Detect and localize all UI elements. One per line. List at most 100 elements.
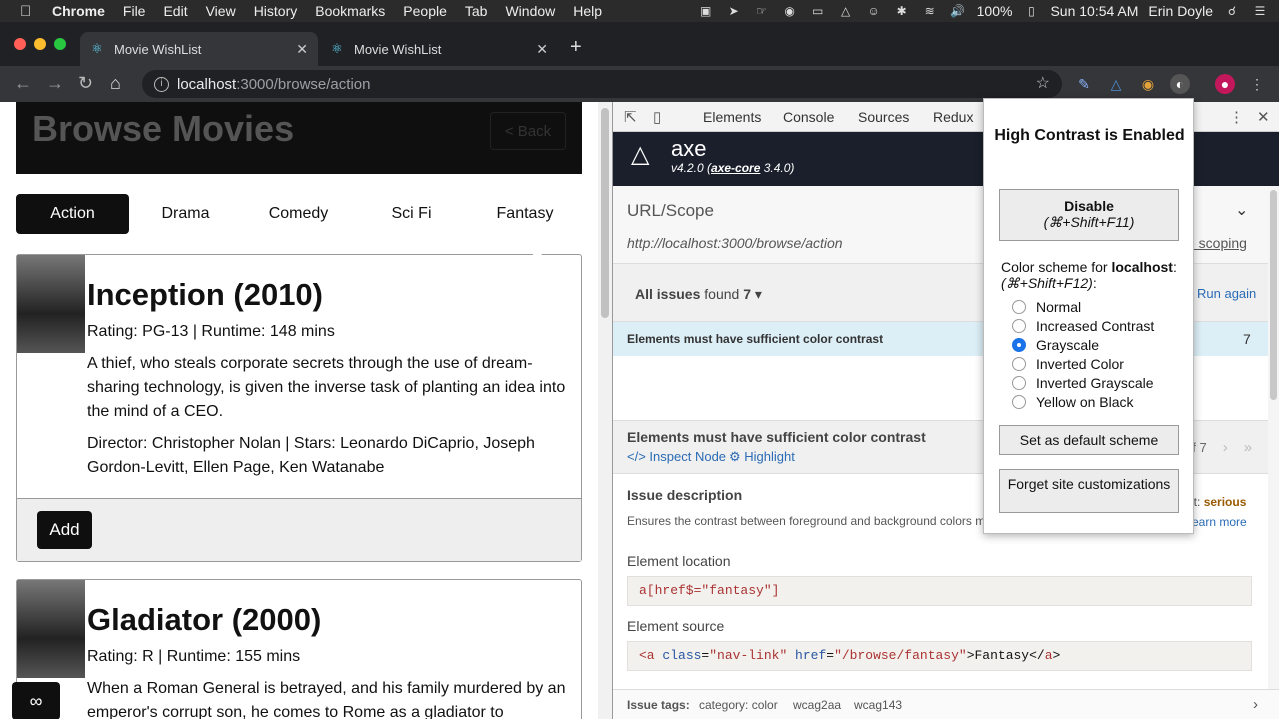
clock[interactable]: Sun 10:54 AM bbox=[1050, 3, 1138, 19]
wifi-tray-icon[interactable]: ≋ bbox=[921, 4, 939, 18]
radio-button[interactable] bbox=[1012, 395, 1026, 409]
window-controls bbox=[14, 38, 66, 50]
next-icon[interactable]: › bbox=[1223, 439, 1228, 456]
scrollbar-thumb[interactable] bbox=[601, 108, 609, 318]
code-tag-close: a bbox=[1044, 648, 1053, 663]
radio-button[interactable] bbox=[1012, 319, 1026, 333]
menu-bookmarks[interactable]: Bookmarks bbox=[315, 3, 385, 19]
extension-tray-icon[interactable]: ▣ bbox=[697, 4, 715, 18]
minimize-window-button[interactable] bbox=[34, 38, 46, 50]
axe-extension-icon[interactable]: △ bbox=[1106, 74, 1126, 94]
issues-filter[interactable]: All issues found 7 ▾ bbox=[635, 286, 762, 303]
radio-button-selected[interactable] bbox=[1012, 338, 1026, 352]
tab-redux[interactable]: Redux bbox=[933, 109, 973, 125]
menu-chrome[interactable]: Chrome bbox=[52, 3, 105, 19]
display-tray-icon[interactable]: ▭ bbox=[809, 4, 827, 18]
forget-customizations-button[interactable]: Forget site customizations bbox=[999, 469, 1179, 513]
scheme-option-grayscale[interactable]: Grayscale bbox=[1012, 337, 1099, 353]
tab-scifi[interactable]: Sci Fi bbox=[355, 194, 468, 234]
forward-arrow-icon[interactable]: → bbox=[46, 73, 64, 94]
devtools-scrollbar[interactable] bbox=[1268, 186, 1279, 689]
high-contrast-extension-icon[interactable]: ◐ bbox=[1170, 74, 1190, 94]
scrollbar-thumb[interactable] bbox=[1270, 190, 1277, 400]
camera-tray-icon[interactable]: ◉ bbox=[781, 4, 799, 18]
reload-icon[interactable]: ↻ bbox=[78, 73, 93, 94]
scheme-option-normal[interactable]: Normal bbox=[1012, 299, 1081, 315]
devtools-menu-icon[interactable]: ⋮ bbox=[1229, 108, 1244, 126]
scheme-option-yellow-on-black[interactable]: Yellow on Black bbox=[1012, 394, 1134, 410]
disable-shortcut: (⌘+Shift+F11) bbox=[1043, 214, 1135, 230]
menu-view[interactable]: View bbox=[206, 3, 236, 19]
highlight-link[interactable]: ⚙ Highlight bbox=[729, 449, 795, 465]
home-icon[interactable]: ⌂ bbox=[110, 73, 121, 94]
inspect-node-link[interactable]: </> Inspect Node bbox=[627, 449, 726, 464]
code-text: >Fantasy</ bbox=[966, 648, 1045, 663]
tab-comedy[interactable]: Comedy bbox=[242, 194, 355, 234]
axe-core-link[interactable]: axe-core bbox=[711, 161, 760, 175]
site-info-icon[interactable]: i bbox=[154, 76, 169, 92]
code-gt: > bbox=[1052, 648, 1061, 663]
scoping-link[interactable]: e scoping bbox=[1187, 235, 1247, 251]
radio-button[interactable] bbox=[1012, 376, 1026, 390]
notification-center-icon[interactable]: ☰ bbox=[1251, 4, 1269, 18]
color-extension-icon[interactable]: ◉ bbox=[1138, 74, 1158, 94]
radio-button[interactable] bbox=[1012, 357, 1026, 371]
bookmark-star-icon[interactable]: ☆ bbox=[1036, 73, 1050, 93]
add-button[interactable]: Add bbox=[37, 511, 92, 549]
menu-history[interactable]: History bbox=[254, 3, 298, 19]
zoom-window-button[interactable] bbox=[54, 38, 66, 50]
arrows-tray-icon[interactable]: ➤ bbox=[725, 4, 743, 18]
device-toolbar-icon[interactable]: ▯ bbox=[653, 108, 661, 126]
movie-crew: Director: Christopher Nolan | Stars: Leo… bbox=[87, 435, 535, 476]
tab-sources[interactable]: Sources bbox=[858, 109, 909, 125]
last-icon[interactable]: » bbox=[1244, 439, 1252, 456]
scheme-option-inverted-grayscale[interactable]: Inverted Grayscale bbox=[1012, 375, 1154, 391]
profile-avatar[interactable]: ● bbox=[1215, 74, 1235, 94]
back-button[interactable]: < Back bbox=[490, 112, 566, 150]
apple-icon[interactable]:  bbox=[20, 3, 38, 20]
headphones-tray-icon[interactable]: ☞ bbox=[753, 4, 771, 18]
disable-button[interactable]: Disable (⌘+Shift+F11) bbox=[999, 189, 1179, 241]
inspect-element-icon[interactable]: ⇱ bbox=[624, 108, 637, 126]
menu-edit[interactable]: Edit bbox=[163, 3, 187, 19]
tab-fantasy[interactable]: Fantasy bbox=[468, 194, 582, 234]
learn-more-link[interactable]: earn more bbox=[1192, 515, 1247, 529]
devtools-close-icon[interactable]: ✕ bbox=[1257, 108, 1270, 126]
close-tab-icon[interactable]: ✕ bbox=[536, 41, 548, 58]
page-scrollbar[interactable] bbox=[598, 102, 612, 719]
tab-elements[interactable]: Elements bbox=[703, 109, 761, 125]
radio-button[interactable] bbox=[1012, 300, 1026, 314]
scheme-option-increased-contrast[interactable]: Increased Contrast bbox=[1012, 318, 1154, 334]
menu-window[interactable]: Window bbox=[505, 3, 555, 19]
browser-tab-active[interactable]: ⚛ Movie WishList ✕ bbox=[80, 32, 318, 66]
back-arrow-icon[interactable]: ← bbox=[14, 73, 32, 94]
bluetooth-tray-icon[interactable]: ✱ bbox=[893, 4, 911, 18]
menu-help[interactable]: Help bbox=[573, 3, 602, 19]
chevron-right-icon[interactable]: › bbox=[1253, 696, 1258, 713]
scheme-option-inverted-color[interactable]: Inverted Color bbox=[1012, 356, 1124, 372]
close-window-button[interactable] bbox=[14, 38, 26, 50]
close-tab-icon[interactable]: ✕ bbox=[296, 41, 308, 58]
glasses-icon[interactable]: ∞ bbox=[12, 682, 60, 719]
user-name[interactable]: Erin Doyle bbox=[1148, 3, 1213, 19]
address-bar[interactable]: i localhost:3000/browse/action ☆ bbox=[142, 70, 1062, 98]
menu-people[interactable]: People bbox=[403, 3, 447, 19]
pen-extension-icon[interactable]: ✎ bbox=[1074, 74, 1094, 94]
menu-tab[interactable]: Tab bbox=[465, 3, 488, 19]
airplay-tray-icon[interactable]: △ bbox=[837, 4, 855, 18]
set-default-scheme-button[interactable]: Set as default scheme bbox=[999, 425, 1179, 455]
new-tab-icon[interactable]: + bbox=[570, 36, 582, 59]
spotlight-search-icon[interactable]: ☌ bbox=[1223, 4, 1241, 18]
chevron-down-icon[interactable]: ⌄ bbox=[1235, 200, 1248, 220]
tab-drama[interactable]: Drama bbox=[129, 194, 242, 234]
volume-tray-icon[interactable]: 🔊 bbox=[949, 4, 967, 18]
react-favicon-icon: ⚛ bbox=[331, 41, 343, 56]
chrome-menu-icon[interactable]: ⋮ bbox=[1247, 74, 1267, 94]
tab-action[interactable]: Action bbox=[16, 194, 129, 234]
run-again-button[interactable]: Run again bbox=[1197, 286, 1256, 301]
accessibility-tray-icon[interactable]: ☺ bbox=[865, 4, 883, 18]
tab-console[interactable]: Console bbox=[783, 109, 834, 125]
menu-file[interactable]: File bbox=[123, 3, 146, 19]
browser-tab[interactable]: ⚛ Movie WishList ✕ bbox=[320, 32, 558, 66]
battery-icon[interactable]: ▯ bbox=[1022, 4, 1040, 18]
